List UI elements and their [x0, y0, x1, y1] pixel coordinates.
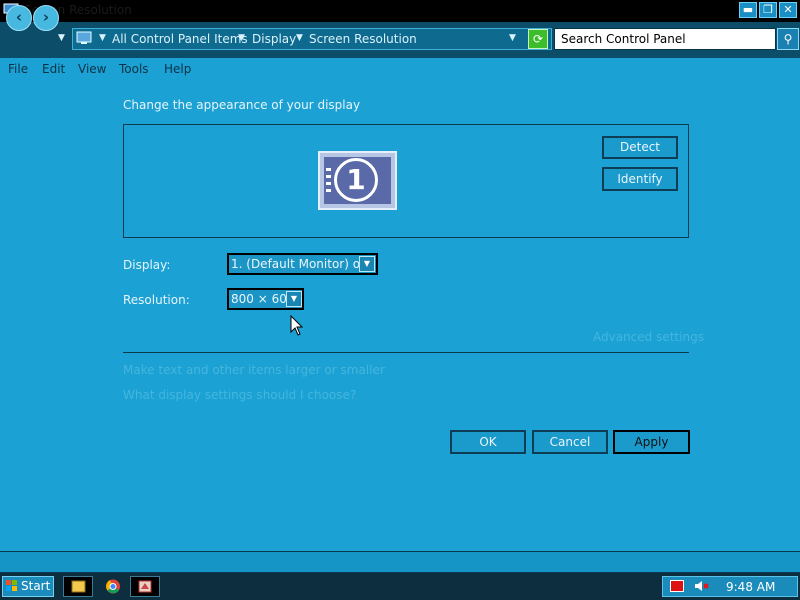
magnifier-icon[interactable]: ⚲	[777, 28, 799, 50]
identify-button[interactable]: Identify	[602, 167, 678, 191]
app-taskbar-button[interactable]	[130, 576, 160, 597]
breadcrumb-display[interactable]: Display	[252, 32, 296, 46]
taskbar-clock[interactable]: 9:48 AM	[726, 580, 775, 594]
menu-help[interactable]: Help	[164, 62, 191, 76]
menu-view[interactable]: View	[78, 62, 106, 76]
chevron-down-icon[interactable]: ▼	[296, 33, 303, 43]
notification-flag-icon[interactable]	[670, 580, 684, 592]
recent-pages-chevron-icon[interactable]: ▼	[58, 33, 65, 43]
detect-button[interactable]: Detect	[602, 136, 678, 159]
display-value: 1. (Default Monitor) on	[231, 257, 368, 271]
close-button[interactable]: ✕	[779, 2, 797, 18]
text-size-link[interactable]: Make text and other items larger or smal…	[123, 363, 385, 377]
monitor-number: 1	[334, 158, 378, 202]
page-heading: Change the appearance of your display	[123, 98, 361, 112]
chevron-down-icon[interactable]: ▼	[286, 291, 302, 307]
display-label: Display:	[123, 258, 171, 272]
breadcrumb-all-items[interactable]: All Control Panel Items	[112, 32, 248, 46]
ok-button[interactable]: OK	[450, 430, 526, 454]
chevron-down-icon[interactable]: ▼	[359, 256, 375, 272]
folder-icon	[71, 580, 86, 593]
control-panel-icon	[76, 31, 92, 44]
chevron-down-icon[interactable]: ▼	[238, 33, 245, 43]
explorer-taskbar-button[interactable]	[63, 576, 93, 597]
address-history-dropdown-icon[interactable]: ▼	[509, 33, 516, 43]
resolution-label: Resolution:	[123, 293, 190, 307]
chrome-taskbar-button[interactable]	[100, 576, 126, 597]
divider	[123, 352, 689, 353]
cancel-button[interactable]: Cancel	[532, 430, 608, 454]
minimize-button[interactable]: ▬	[739, 2, 757, 18]
resolution-value: 800 × 600	[231, 292, 295, 306]
display-select[interactable]: 1. (Default Monitor) on	[227, 253, 378, 275]
menu-tools[interactable]: Tools	[119, 62, 149, 76]
breadcrumb-screen-resolution[interactable]: Screen Resolution	[309, 32, 417, 46]
menu-edit[interactable]: Edit	[42, 62, 65, 76]
title-bar: Screen Resolution ▬ ❐ ✕	[0, 0, 800, 22]
arrow-left-icon[interactable]: ‹	[6, 5, 32, 31]
speaker-muted-icon[interactable]	[694, 579, 710, 593]
windows-logo-icon	[6, 580, 17, 591]
mouse-pointer-icon	[290, 315, 304, 336]
start-label: Start	[21, 579, 51, 593]
monitor-desktop-icons	[326, 168, 331, 192]
chevron-right-icon[interactable]: ▼	[99, 33, 106, 43]
apply-button[interactable]: Apply	[613, 430, 690, 454]
search-input[interactable]: Search Control Panel	[554, 28, 776, 50]
menu-file[interactable]: File	[8, 62, 28, 76]
restore-button[interactable]: ❐	[759, 2, 777, 18]
app-icon	[138, 580, 152, 593]
display-help-link[interactable]: What display settings should I choose?	[123, 388, 356, 402]
advanced-settings-link[interactable]: Advanced settings	[593, 330, 704, 344]
chrome-icon	[106, 579, 120, 594]
arrow-right-icon[interactable]: ›	[33, 5, 59, 31]
refresh-icon[interactable]: ⟳	[528, 29, 548, 49]
status-bar	[0, 551, 800, 573]
